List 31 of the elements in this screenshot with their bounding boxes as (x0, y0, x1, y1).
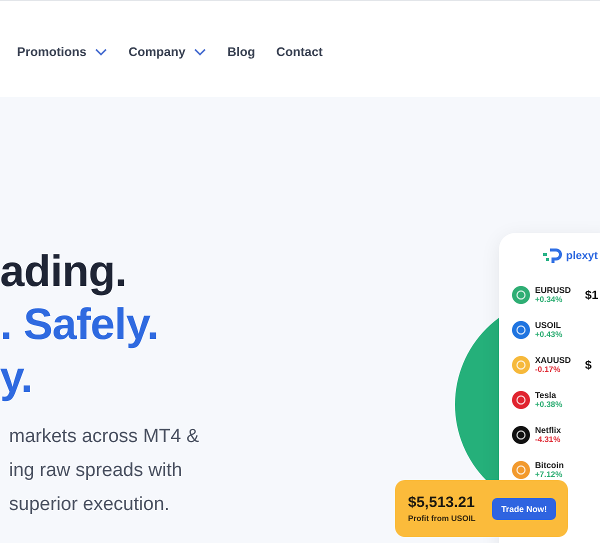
asset-name: USOIL (535, 320, 562, 330)
nav-link[interactable]: Contact (276, 45, 323, 59)
change-text: +0.34% (535, 295, 564, 304)
description-text: markets across MT4 & (9, 425, 200, 449)
asset-name: Tesla (535, 390, 558, 400)
chevron-down-icon (194, 48, 206, 56)
asset-name: Bitcoin (535, 460, 565, 470)
asset-name: Netflix (535, 425, 562, 435)
change-text: -0.17% (535, 365, 562, 374)
price-text: $1 (585, 288, 598, 302)
profit-amount: $5,513.21 (408, 494, 476, 511)
change-text: +7.12% (535, 470, 564, 479)
change-text: -4.31% (535, 435, 562, 444)
logo-icon (543, 248, 563, 264)
change-text: +0.43% (535, 330, 564, 339)
profit-caption: Profit from USOIL (408, 514, 476, 523)
description-text: ing raw spreads with (9, 459, 182, 483)
headline-text: ading. (0, 246, 127, 298)
asset-name: EURUSD (535, 285, 572, 295)
description-text: superior execution. (9, 493, 170, 517)
asset-name: XAUUSD (535, 355, 572, 365)
headline-text: y. (0, 352, 32, 404)
price-text: $ (585, 358, 592, 372)
logo-text: plexyt (566, 250, 598, 262)
nav-link[interactable]: Company (128, 45, 206, 59)
headline-text: . Safely. (0, 299, 159, 351)
chevron-down-icon (95, 48, 108, 56)
change-text: +0.38% (535, 400, 564, 409)
nav-link[interactable]: Blog (227, 45, 256, 59)
trade-button[interactable]: Trade Now! (492, 498, 556, 520)
nav-link[interactable]: Promotions (17, 45, 108, 59)
